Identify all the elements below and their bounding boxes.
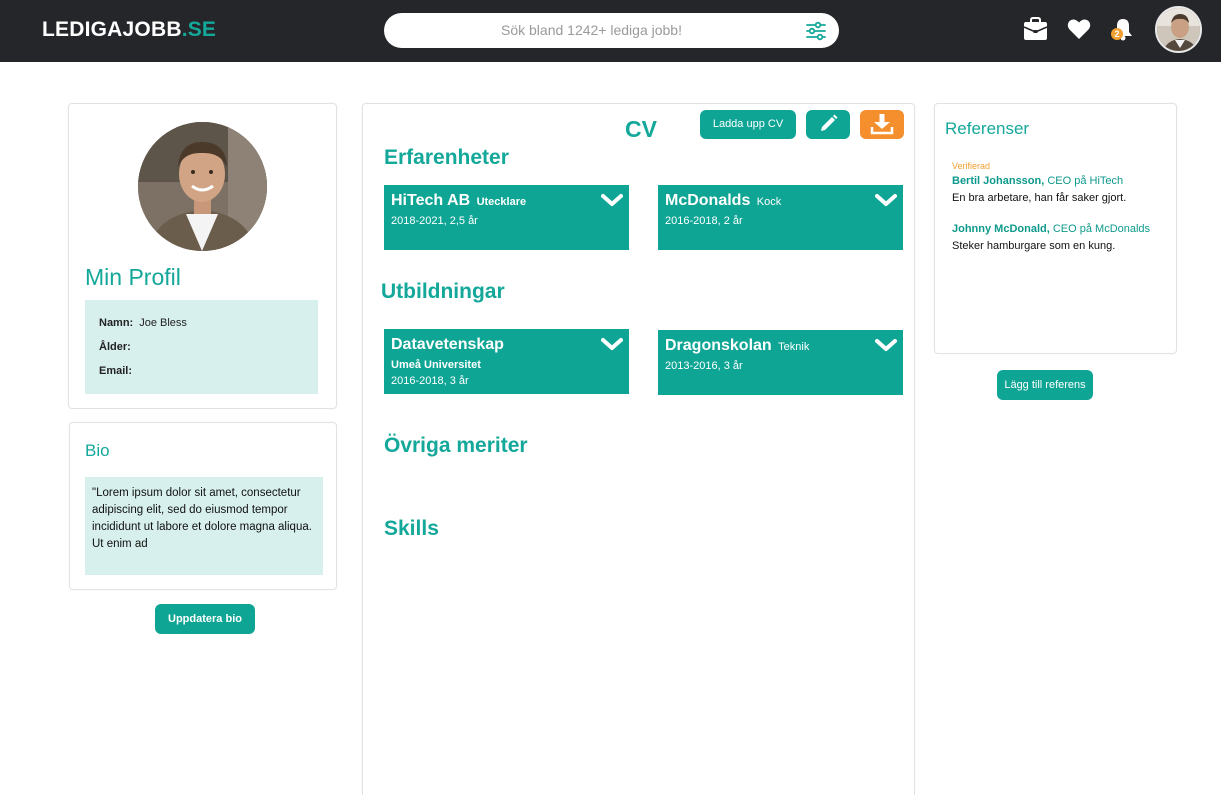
search-placeholder: Sök bland 1242+ lediga jobb! bbox=[501, 22, 682, 38]
age-label: Ålder: bbox=[99, 341, 131, 353]
references-card: Referenser Verifierad Bertil Johansson, … bbox=[934, 103, 1177, 354]
job-role: Kock bbox=[756, 196, 782, 208]
heart-icon[interactable] bbox=[1067, 18, 1091, 40]
download-cv-button[interactable] bbox=[860, 110, 904, 139]
other-merits-heading: Övriga meriter bbox=[384, 434, 528, 457]
bio-title: Bio bbox=[85, 441, 110, 460]
education-item[interactable]: Datavetenskap Umeå Universitet 2016-2018… bbox=[384, 329, 629, 394]
profile-card: Min Profil Namn: Joe Bless Ålder: Email: bbox=[68, 103, 337, 409]
entry-header: Dragonskolan Teknik bbox=[665, 337, 809, 355]
logo-main: LEDIGAJOBB bbox=[42, 18, 182, 41]
entry-dates: 2018-2021, 2,5 år bbox=[391, 215, 478, 227]
program-name: Datavetenskap bbox=[391, 336, 504, 353]
download-icon bbox=[870, 114, 894, 135]
pencil-icon bbox=[821, 114, 838, 131]
site-logo[interactable]: LEDIGAJOBB.SE bbox=[42, 18, 216, 42]
entry-header: McDonalds Kock bbox=[665, 192, 781, 210]
skills-heading: Skills bbox=[384, 517, 439, 540]
experience-item[interactable]: McDonalds Kock 2016-2018, 2 år bbox=[658, 185, 903, 250]
entry-dates: 2013-2016, 3 år bbox=[665, 360, 743, 372]
profile-title: Min Profil bbox=[85, 264, 181, 290]
name-row: Namn: Joe Bless bbox=[99, 317, 187, 329]
briefcase-icon[interactable] bbox=[1023, 17, 1048, 41]
verified-label: Verifierad bbox=[952, 161, 991, 171]
notification-badge: 2 bbox=[1111, 28, 1123, 40]
chevron-down-icon[interactable] bbox=[601, 337, 623, 351]
reference-name: Johnny McDonald, CEO på McDonalds bbox=[952, 223, 1150, 235]
program-type: Teknik bbox=[778, 341, 810, 353]
logo-suffix: .SE bbox=[181, 18, 217, 41]
upload-cv-button[interactable]: Ladda upp CV bbox=[700, 110, 796, 139]
bio-text: "Lorem ipsum dolor sit amet, consectetur… bbox=[85, 477, 323, 575]
user-avatar[interactable] bbox=[1155, 6, 1202, 53]
education-heading: Utbildningar bbox=[381, 280, 505, 303]
avatar-image bbox=[1157, 8, 1200, 51]
reference-person: Johnny McDonald, bbox=[952, 223, 1050, 235]
profile-info-box: Namn: Joe Bless Ålder: Email: bbox=[85, 300, 318, 394]
program-name: Dragonskolan bbox=[665, 337, 772, 354]
reference-text: En bra arbetare, han får saker gjort. bbox=[952, 192, 1127, 204]
reference-text: Steker hamburgare som en kung. bbox=[952, 240, 1116, 252]
chevron-down-icon[interactable] bbox=[875, 193, 897, 207]
company-name: HiTech AB bbox=[391, 192, 471, 209]
cv-card: CV Ladda upp CV Erfarenheter HiTech AB U… bbox=[362, 103, 915, 795]
entry-dates: 2016-2018, 3 år bbox=[391, 375, 469, 387]
reference-position: CEO på HiTech bbox=[1047, 175, 1124, 187]
references-title: Referenser bbox=[945, 119, 1030, 138]
name-value: Joe Bless bbox=[139, 317, 187, 329]
reference-position: CEO på McDonalds bbox=[1052, 223, 1151, 235]
profile-photo bbox=[138, 122, 267, 251]
school-name: Umeå Universitet bbox=[391, 359, 481, 371]
filter-icon[interactable] bbox=[805, 21, 827, 41]
experience-item[interactable]: HiTech AB Utecklare 2018-2021, 2,5 år bbox=[384, 185, 629, 250]
entry-header: HiTech AB Utecklare bbox=[391, 192, 526, 210]
chevron-down-icon[interactable] bbox=[601, 193, 623, 207]
add-reference-button[interactable]: Lägg till referens bbox=[997, 370, 1093, 400]
age-row: Ålder: bbox=[99, 341, 137, 353]
reference-person: Bertil Johansson, bbox=[952, 175, 1045, 187]
entry-header: Datavetenskap bbox=[391, 336, 504, 354]
bio-card: Bio "Lorem ipsum dolor sit amet, consect… bbox=[69, 422, 337, 590]
edit-cv-button[interactable] bbox=[806, 110, 850, 139]
name-label: Namn: bbox=[99, 317, 134, 329]
email-label: Email: bbox=[99, 365, 133, 377]
search-bar[interactable]: Sök bland 1242+ lediga jobb! bbox=[384, 13, 839, 48]
education-item[interactable]: Dragonskolan Teknik 2013-2016, 3 år bbox=[658, 330, 903, 395]
chevron-down-icon[interactable] bbox=[875, 338, 897, 352]
cv-title: CV bbox=[625, 116, 657, 142]
entry-dates: 2016-2018, 2 år bbox=[665, 215, 743, 227]
reference-name: Bertil Johansson, CEO på HiTech bbox=[952, 175, 1123, 187]
job-role: Utecklare bbox=[476, 196, 527, 208]
email-row: Email: bbox=[99, 365, 138, 377]
top-navbar: LEDIGAJOBB.SE Sök bland 1242+ lediga job… bbox=[0, 0, 1221, 62]
update-bio-button[interactable]: Uppdatera bio bbox=[155, 604, 255, 634]
experience-heading: Erfarenheter bbox=[384, 146, 509, 169]
company-name: McDonalds bbox=[665, 192, 751, 209]
